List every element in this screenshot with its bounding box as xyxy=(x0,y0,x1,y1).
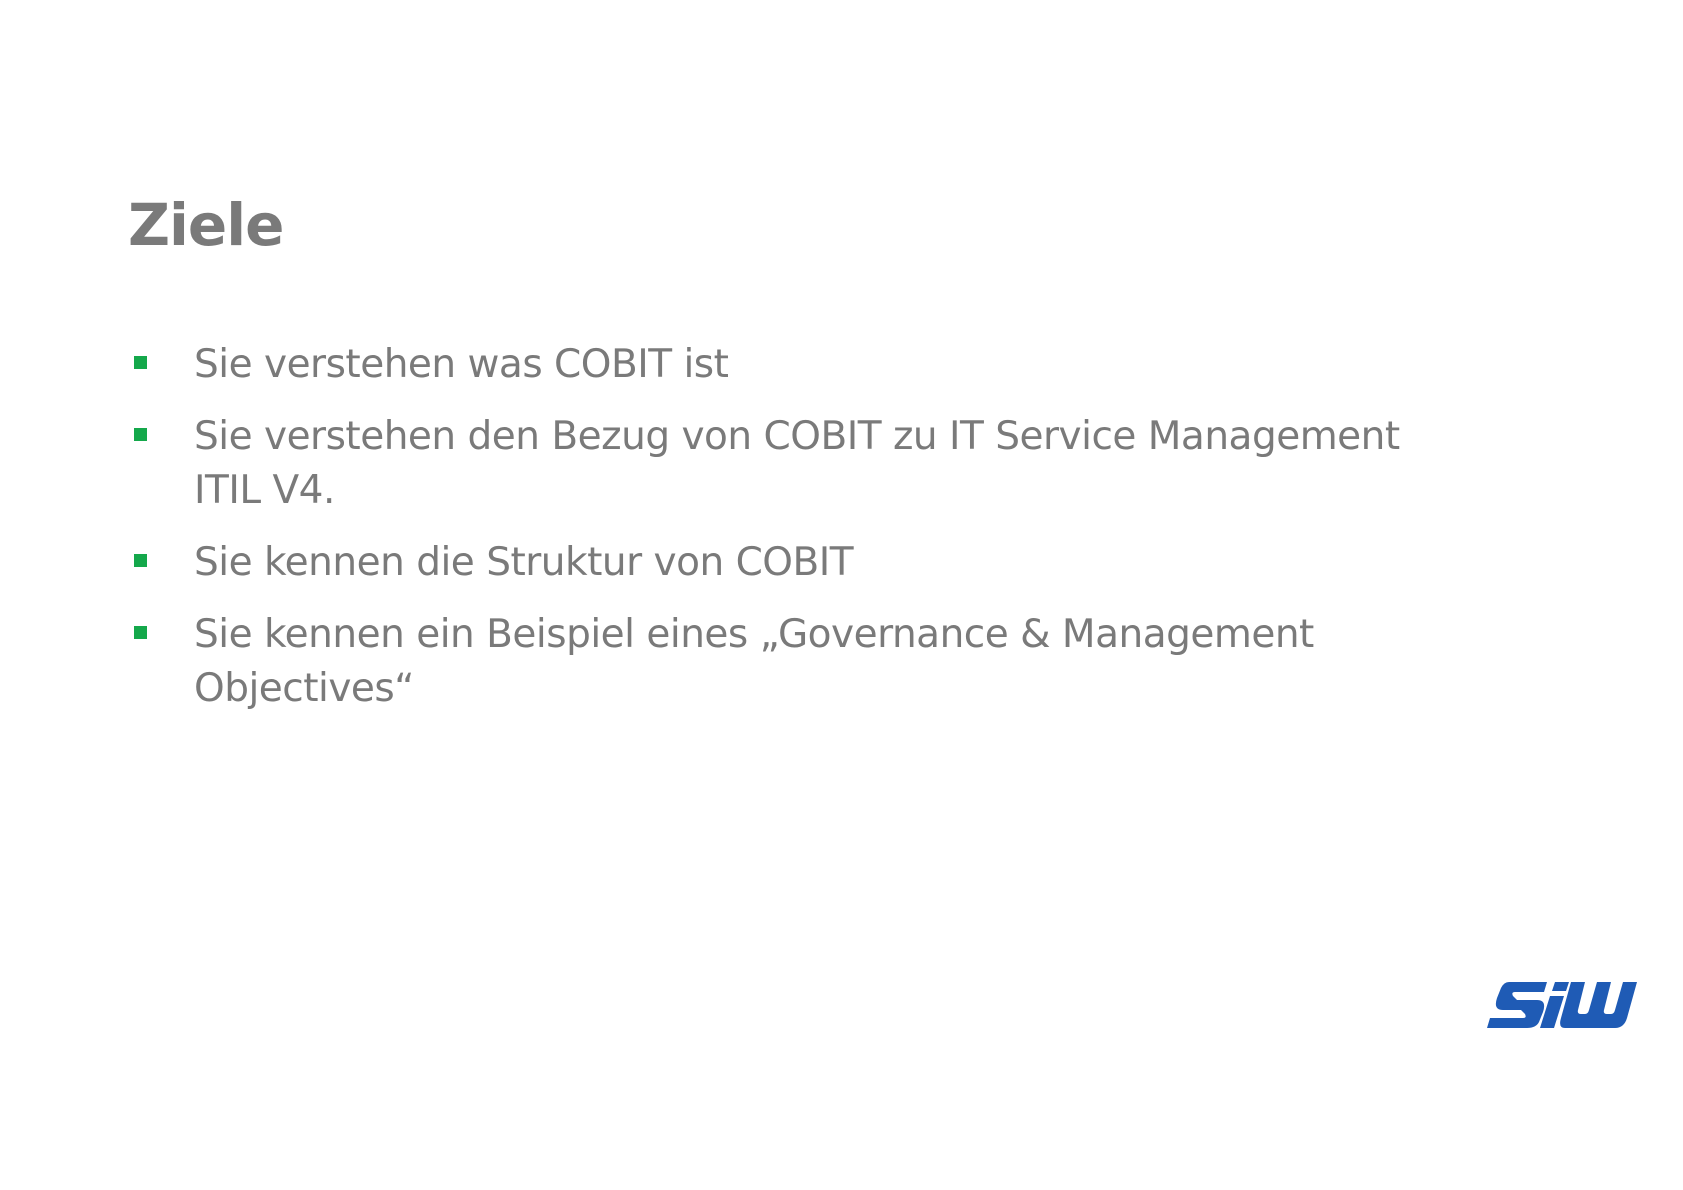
bullet-text: Sie kennen die Struktur von COBIT xyxy=(194,540,854,585)
slide-title: Ziele xyxy=(128,191,284,259)
square-bullet-icon xyxy=(134,356,147,369)
bullet-text: Sie verstehen was COBIT ist xyxy=(194,342,729,387)
bullet-item: Sie kennen ein Beispiel eines „Governanc… xyxy=(130,608,1470,716)
square-bullet-icon xyxy=(134,626,147,639)
square-bullet-icon xyxy=(134,428,147,441)
bullet-item: Sie verstehen was COBIT ist xyxy=(130,338,1470,392)
bullet-text: Sie verstehen den Bezug von COBIT zu IT … xyxy=(194,414,1400,513)
bullet-item: Sie verstehen den Bezug von COBIT zu IT … xyxy=(130,410,1470,518)
square-bullet-icon xyxy=(134,554,147,567)
bullet-list: Sie verstehen was COBIT ist Sie verstehe… xyxy=(130,338,1470,734)
bullet-text: Sie kennen ein Beispiel eines „Governanc… xyxy=(194,612,1314,711)
bullet-item: Sie kennen die Struktur von COBIT xyxy=(130,536,1470,590)
siw-logo-icon xyxy=(1487,982,1637,1028)
slide: Ziele Sie verstehen was COBIT ist Sie ve… xyxy=(0,0,1683,1190)
